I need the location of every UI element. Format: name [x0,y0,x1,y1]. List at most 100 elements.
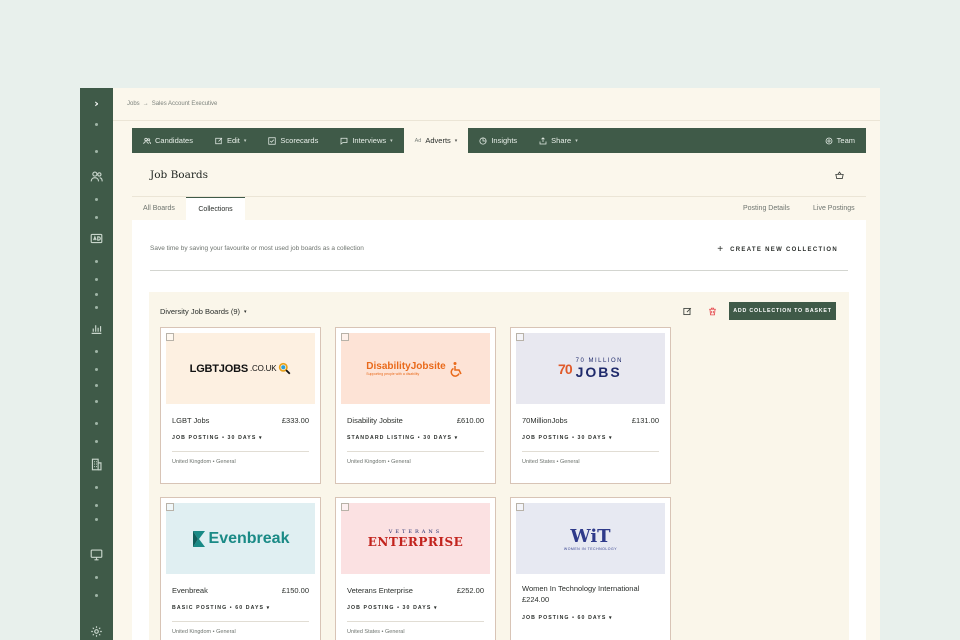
logo-text: Evenbreak [208,529,290,547]
rail-dot [95,422,98,425]
building-icon[interactable] [90,458,103,471]
tab-all-boards[interactable]: All Boards [132,197,186,220]
card-checkbox[interactable] [341,333,349,341]
nav-item-insights[interactable]: Insights [468,128,528,153]
evenbreak-mark-icon [192,530,205,547]
posting-option-select[interactable]: JOB POSTING • 60 DAYS ▾ [522,615,613,621]
board-meta: United Kingdom • General [172,459,236,465]
users-icon [143,137,151,145]
logo-mark: 70 [558,360,573,377]
job-board-card[interactable]: WiT WOMEN IN TECHNOLOGY Women In Technol… [510,497,671,640]
ad-icon[interactable] [90,232,103,245]
collection-block: Diversity Job Boards (9) ▾ ADD COLLECTIO… [149,292,849,640]
job-board-card[interactable]: VETERANS ENTERPRISE Veterans Enterprise … [335,497,496,640]
rail-dot [95,123,98,126]
wit-logo: WiT WOMEN IN TECHNOLOGY [564,526,617,551]
board-price: £252.00 [456,586,484,595]
nav-item-label: Interviews [352,136,387,145]
board-name: LGBT Jobs [172,416,210,425]
board-logo: VETERANS ENTERPRISE [341,503,490,574]
board-name: Disability Jobsite [347,416,403,425]
create-collection-button[interactable]: + CREATE NEW COLLECTION [717,244,838,255]
breadcrumb-root[interactable]: Jobs [127,101,140,107]
board-logo: WiT WOMEN IN TECHNOLOGY [516,503,665,574]
rail-dot [95,278,98,281]
delete-collection-icon[interactable] [708,307,717,316]
job-board-card[interactable]: LGBTJOBS .CO.UK LGBT Jobs £333.00 JOB POS… [160,327,321,484]
nav-item-share[interactable]: Share ▾ [528,128,589,153]
bar-chart-icon[interactable] [90,322,103,335]
content-divider [150,270,848,271]
chevron-down-icon: ▾ [454,137,458,144]
card-checkbox[interactable] [341,503,349,511]
evenbreak-logo: Evenbreak [192,529,290,548]
posting-option-select[interactable]: BASIC POSTING • 60 DAYS ▾ [172,605,270,611]
basket-icon[interactable] [835,171,844,180]
subtabs: All Boards Collections Posting Details L… [132,197,866,220]
rail-dot [95,518,98,521]
nav-item-adverts[interactable]: Ad Adverts ▾ [403,128,469,153]
board-meta: United Kingdom • General [172,629,236,635]
card-checkbox[interactable] [166,503,174,511]
nav-item-scorecards[interactable]: Scorecards [257,128,329,153]
collection-title[interactable]: Diversity Job Boards (9) ▾ [160,307,247,316]
card-divider [172,451,309,452]
posting-option-select[interactable]: STANDARD LISTING • 30 DAYS ▾ [347,435,458,441]
board-name: Veterans Enterprise [347,586,413,595]
gear-icon[interactable] [90,625,103,638]
rail-dot [95,486,98,489]
monitor-icon[interactable] [90,548,103,561]
rail-dot [95,576,98,579]
card-checkbox[interactable] [166,333,174,341]
add-collection-to-basket-button[interactable]: ADD COLLECTION TO BASKET [729,302,836,320]
plus-icon: + [717,244,724,255]
users-icon[interactable] [90,170,103,183]
job-nav-bar: Candidates Edit ▾ Scorecards Interviews … [132,128,866,153]
board-name: Women In Technology International [522,584,640,593]
posting-option-select[interactable]: JOB POSTING • 30 DAYS ▾ [172,435,263,441]
card-checkbox[interactable] [516,503,524,511]
tab-collections[interactable]: Collections [186,197,245,220]
job-board-card[interactable]: DisabilityJobsite Supporting people with… [335,327,496,484]
nav-item-edit[interactable]: Edit ▾ [204,128,257,153]
nav-item-label: Insights [491,136,518,145]
rail-dot [95,150,98,153]
breadcrumb-current: Sales Account Executive [151,101,218,107]
nav-item-candidates[interactable]: Candidates [132,128,204,153]
edit-icon [215,137,223,145]
logo-text: JOBS [575,363,622,380]
rail-dot [95,216,98,219]
nav-item-label: Scorecards [280,136,319,145]
breadcrumb: Jobs → Sales Account Executive [127,101,217,107]
job-board-card[interactable]: Evenbreak Evenbreak £150.00 BASIC POSTIN… [160,497,321,640]
rail-dot [95,504,98,507]
board-meta: United Kingdom • General [347,459,411,465]
nav-item-team[interactable]: Team [814,128,866,153]
checkbox-icon [268,136,277,145]
edit-collection-icon[interactable] [683,307,692,316]
card-checkbox[interactable] [516,333,524,341]
app-window: › Jobs → Sales Account Executive Candida… [80,88,880,640]
chevron-down-icon: ▾ [575,137,578,144]
lgbtjobs-logo: LGBTJOBS .CO.UK [190,362,292,375]
posting-option-select[interactable]: JOB POSTING • 30 DAYS ▾ [522,435,613,441]
logo-text: ENTERPRISE [367,534,464,549]
board-price: £131.00 [631,416,659,425]
posting-option-select[interactable]: JOB POSTING • 30 DAYS ▾ [347,605,438,611]
board-price: £150.00 [281,586,309,595]
chevron-down-icon: ▾ [243,137,247,144]
expand-chevron-icon[interactable]: › [80,97,113,110]
helper-text: Save time by saving your favourite or mo… [150,245,364,252]
nav-item-label: Edit [226,136,240,145]
ad-icon: Ad [414,137,422,144]
logo-text: DisabilityJobsite [366,361,446,372]
logo-text: WiT [570,526,611,547]
tab-live-postings[interactable]: Live Postings [802,197,866,220]
collections-content: Save time by saving your favourite or mo… [132,220,866,640]
content-panel: Job Boards All Boards Collections Postin… [132,153,866,640]
veterans-enterprise-logo: VETERANS ENTERPRISE [368,529,464,549]
job-board-card[interactable]: 70 70 MILLION JOBS 70MillionJobs £131.00… [510,327,671,484]
tab-posting-details[interactable]: Posting Details [732,197,801,220]
nav-item-interviews[interactable]: Interviews ▾ [329,128,403,153]
